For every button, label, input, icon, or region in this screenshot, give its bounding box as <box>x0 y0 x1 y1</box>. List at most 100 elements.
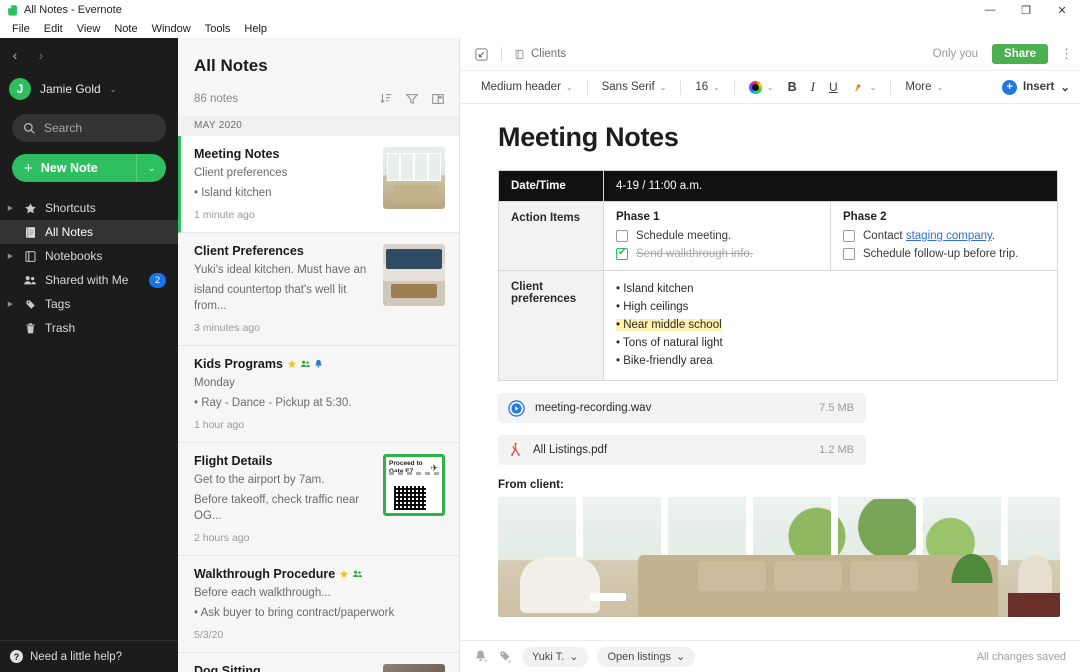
plus-circle-icon: + <box>1002 80 1017 95</box>
font-size-dropdown[interactable]: 16 ⌄ <box>688 78 727 96</box>
menu-view[interactable]: View <box>70 20 108 38</box>
insert-button[interactable]: + Insert ⌄ <box>1002 80 1070 95</box>
paragraph-style-dropdown[interactable]: Medium header ⌄ <box>474 78 580 96</box>
chevron-down-icon: ⌄ <box>1060 80 1070 94</box>
checkbox-unchecked-icon[interactable] <box>616 230 628 242</box>
close-button[interactable]: ✕ <box>1044 0 1080 20</box>
note-list-item[interactable]: Dog Sitting Food: Feed twice per day. Sp… <box>178 653 459 672</box>
expand-note-icon[interactable] <box>474 47 489 62</box>
maximize-button[interactable]: ❐ <box>1008 0 1044 20</box>
filter-icon[interactable] <box>405 92 419 106</box>
preference-bullet: • Tons of natural light <box>616 334 1045 352</box>
sidebar-item-label: Notebooks <box>45 249 102 263</box>
text-color-picker[interactable]: ⌄ <box>742 78 781 97</box>
sidebar-item-trash[interactable]: ▶ Trash <box>0 316 178 340</box>
sidebar-item-label: Shared with Me <box>45 273 128 287</box>
expand-triangle-icon[interactable]: ▶ <box>6 204 15 212</box>
tag-chip[interactable]: Open listings ⌄ <box>597 647 695 667</box>
chevron-down-icon: ⌄ <box>937 83 944 92</box>
more-label: More <box>905 81 931 93</box>
sidebar-item-all-notes[interactable]: ▶ All Notes <box>0 220 178 244</box>
note-snippet-line1: Monday <box>194 375 445 391</box>
window-titlebar: All Notes - Evernote — ❐ ✕ <box>0 0 1080 20</box>
sort-icon[interactable] <box>379 92 393 106</box>
audio-play-icon <box>508 400 525 417</box>
add-reminder-icon[interactable]: + <box>474 649 489 664</box>
menu-note[interactable]: Note <box>107 20 144 38</box>
menu-edit[interactable]: Edit <box>37 20 70 38</box>
italic-button[interactable]: I <box>804 76 822 98</box>
menu-window[interactable]: Window <box>145 20 198 38</box>
tag-icon <box>22 298 38 311</box>
menubar: File Edit View Note Window Tools Help <box>0 20 1080 38</box>
account-switcher[interactable]: J Jamie Gold ⌄ <box>0 72 178 106</box>
note-list-item[interactable]: Walkthrough Procedure Before each walkth… <box>178 556 459 653</box>
task-text: Schedule meeting. <box>636 230 731 242</box>
note-list-item[interactable]: Flight Details Get to the airport by 7am… <box>178 443 459 556</box>
back-icon[interactable]: ‹ <box>8 47 22 63</box>
preference-bullet: • Bike-friendly area <box>616 352 1045 370</box>
staging-company-link[interactable]: staging company <box>906 230 992 242</box>
sidebar-item-notebooks[interactable]: ▶ Notebooks <box>0 244 178 268</box>
paragraph-style-value: Medium header <box>481 81 561 93</box>
kebab-menu-icon[interactable]: ⋮ <box>1060 50 1070 58</box>
note-snippet-line1: Before each walkthrough... <box>194 585 445 601</box>
question-circle-icon: ? <box>10 650 23 663</box>
menu-file[interactable]: File <box>5 20 37 38</box>
menu-tools[interactable]: Tools <box>198 20 238 38</box>
more-formatting-dropdown[interactable]: More ⌄ <box>898 78 950 96</box>
checkbox-unchecked-icon[interactable] <box>843 230 855 242</box>
notebook-chip[interactable]: Clients <box>514 48 566 60</box>
note-timestamp: 1 minute ago <box>194 209 373 221</box>
font-family-dropdown[interactable]: Sans Serif ⌄ <box>595 78 674 96</box>
search-input[interactable]: Search <box>12 114 166 142</box>
note-list-item[interactable]: Kids Programs Monday • Ray - Dance - Pic… <box>178 346 459 443</box>
sidebar: ‹ › J Jamie Gold ⌄ Search + New Note ⌄ ▶ <box>0 38 178 672</box>
window-title: All Notes - Evernote <box>24 4 122 16</box>
highlighter-button[interactable]: ⌄ <box>845 78 884 97</box>
chevron-down-icon: ⌄ <box>767 83 774 92</box>
row-label: Action Items <box>499 202 604 271</box>
chevron-down-icon: ⌄ <box>870 83 877 92</box>
menu-help[interactable]: Help <box>237 20 274 38</box>
task-row[interactable]: Contact staging company. <box>843 230 1045 242</box>
add-tag-icon[interactable]: + <box>498 649 513 664</box>
attachment-size: 7.5 MB <box>819 402 854 414</box>
bold-button[interactable]: B <box>781 77 804 97</box>
view-layout-icon[interactable] <box>431 92 445 106</box>
note-list-item[interactable]: Client Preferences Yuki's ideal kitchen.… <box>178 233 459 346</box>
checkbox-checked-icon[interactable] <box>616 248 628 260</box>
new-note-dropdown[interactable]: ⌄ <box>136 154 166 182</box>
checkbox-unchecked-icon[interactable] <box>843 248 855 260</box>
attachment-pdf[interactable]: All Listings.pdf 1.2 MB <box>498 435 866 465</box>
tag-name: Open listings <box>607 651 671 663</box>
share-button[interactable]: Share <box>992 44 1048 64</box>
preference-bullet-highlighted: • Near middle school <box>616 316 1045 334</box>
underline-button[interactable]: U <box>822 77 845 97</box>
note-group-header: MAY 2020 <box>178 116 459 136</box>
row-label: Client preferences <box>499 271 604 381</box>
note-content[interactable]: Meeting Notes Date/Time 4-19 / 11:00 a.m… <box>460 104 1080 640</box>
help-button[interactable]: ? Need a little help? <box>0 640 178 672</box>
task-row[interactable]: Schedule meeting. <box>616 230 818 242</box>
new-note-button[interactable]: + New Note ⌄ <box>12 154 166 182</box>
phase-name: Phase 2 <box>843 211 1045 223</box>
sidebar-item-tags[interactable]: ▶ Tags <box>0 292 178 316</box>
sidebar-item-label: Trash <box>45 321 75 335</box>
attachment-audio[interactable]: meeting-recording.wav 7.5 MB <box>498 393 866 423</box>
chevron-down-icon: ⌄ <box>660 83 667 92</box>
minimize-button[interactable]: — <box>972 0 1008 20</box>
living-room-photo[interactable] <box>498 497 1060 617</box>
task-row[interactable]: Schedule follow-up before trip. <box>843 248 1045 260</box>
boarding-line1: Proceed to <box>389 460 423 468</box>
expand-triangle-icon[interactable]: ▶ <box>6 300 15 308</box>
task-row[interactable]: Send walkthrough info. <box>616 248 818 260</box>
sidebar-item-shortcuts[interactable]: ▶ Shortcuts <box>0 196 178 220</box>
forward-icon[interactable]: › <box>34 47 48 63</box>
note-list-item[interactable]: Meeting Notes Client preferences • Islan… <box>178 136 459 233</box>
sidebar-item-shared-with-me[interactable]: ▶ Shared with Me 2 <box>0 268 178 292</box>
collaborator-chip[interactable]: Yuki T. ⌄ <box>522 647 588 667</box>
note-title: Meeting Notes <box>194 147 279 161</box>
expand-triangle-icon[interactable]: ▶ <box>6 252 15 260</box>
chevron-down-icon: ⌄ <box>110 85 117 94</box>
